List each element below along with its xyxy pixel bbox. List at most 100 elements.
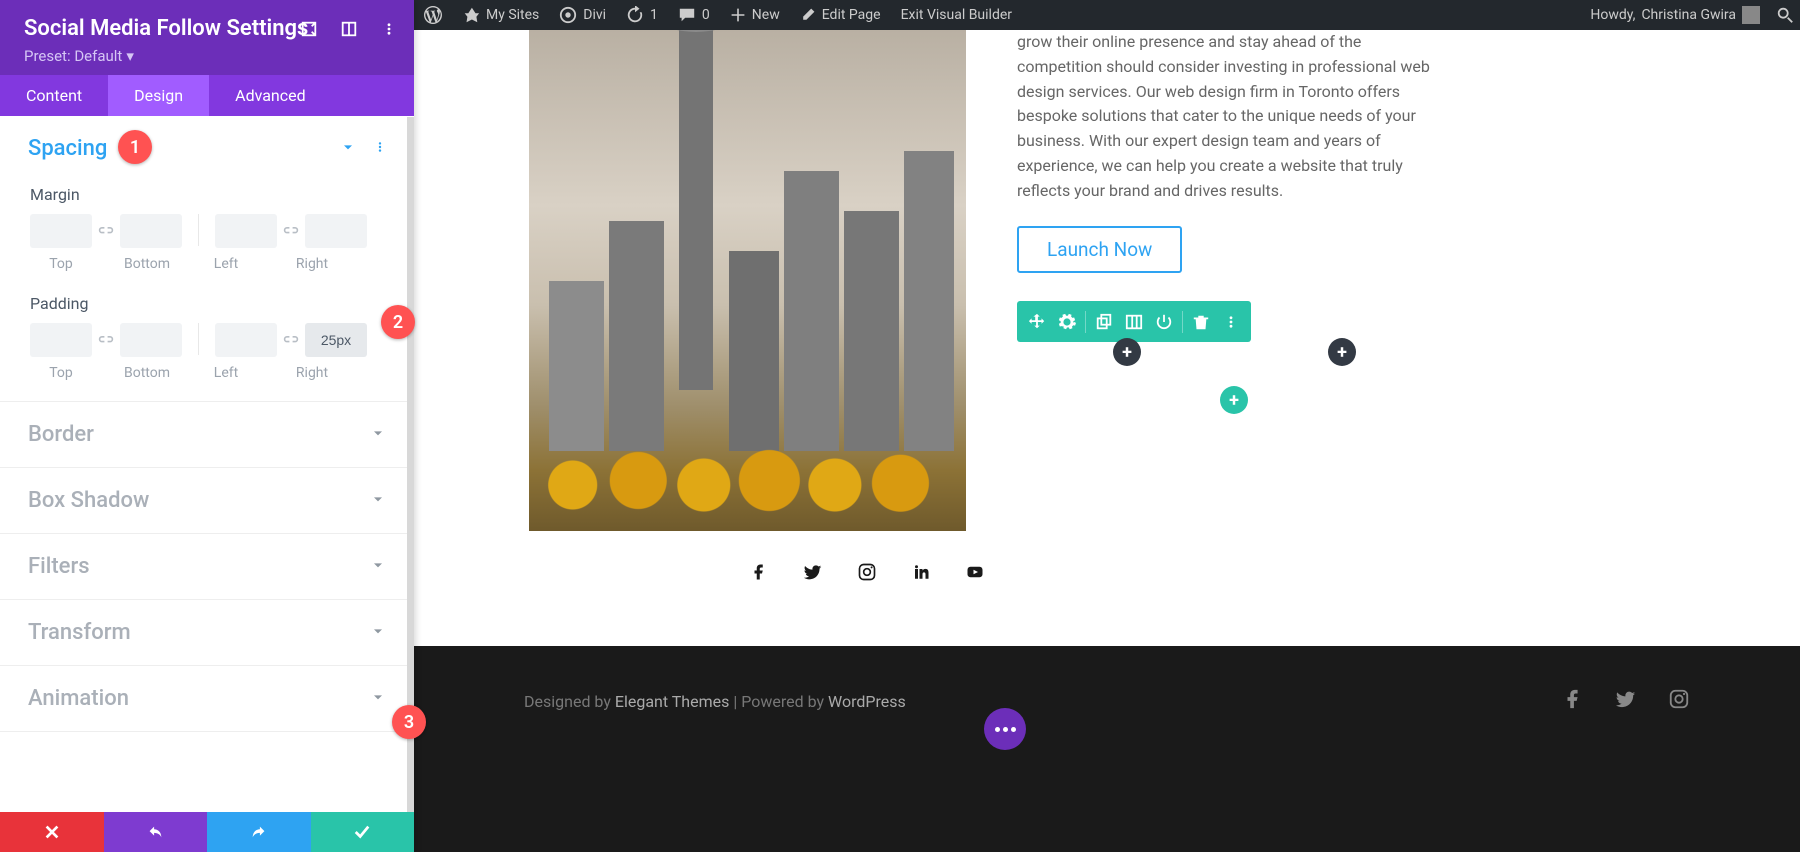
more-icon[interactable] xyxy=(1217,308,1245,336)
builder-fab[interactable] xyxy=(984,708,1026,750)
expand-icon[interactable] xyxy=(298,18,320,40)
comments[interactable]: 0 xyxy=(668,0,720,30)
save-button[interactable] xyxy=(311,812,415,852)
youtube-icon[interactable] xyxy=(965,562,985,582)
dir-right: Right xyxy=(281,256,343,272)
margin-label: Margin xyxy=(30,185,384,204)
margin-bottom-input[interactable] xyxy=(120,214,182,248)
updates[interactable]: 1 xyxy=(616,0,668,30)
edit-page[interactable]: Edit Page xyxy=(790,0,891,30)
move-icon[interactable] xyxy=(1023,308,1051,336)
save-library-icon[interactable] xyxy=(1120,308,1148,336)
section-animation-toggle[interactable]: Animation xyxy=(0,666,414,731)
panel-header: Social Media Follow Settings Preset: Def… xyxy=(0,0,414,75)
twitter-icon[interactable] xyxy=(803,562,823,582)
link-icon[interactable] xyxy=(281,221,301,241)
section-transform-toggle[interactable]: Transform xyxy=(0,600,414,665)
margin-left-input[interactable] xyxy=(215,214,277,248)
user-menu[interactable]: Howdy, Christina Gwira xyxy=(1580,0,1770,30)
howdy-prefix: Howdy, xyxy=(1590,7,1635,23)
footer-facebook-icon[interactable] xyxy=(1562,688,1584,714)
padding-label: Padding xyxy=(30,294,384,313)
padding-right-input[interactable] xyxy=(305,323,367,357)
section-box-shadow: Box Shadow xyxy=(0,468,414,534)
link-icon[interactable] xyxy=(96,330,116,350)
preset-label: Preset: Default xyxy=(24,47,122,65)
my-sites[interactable]: My Sites xyxy=(452,0,549,30)
add-new[interactable]: New xyxy=(720,0,790,30)
tab-advanced[interactable]: Advanced xyxy=(209,75,332,116)
redo-button[interactable] xyxy=(207,812,311,852)
theme-link[interactable]: Elegant Themes xyxy=(615,692,730,711)
padding-top-input[interactable] xyxy=(30,323,92,357)
transform-title: Transform xyxy=(28,620,131,645)
section-spacing-toggle[interactable]: Spacing xyxy=(0,116,414,181)
add-module-button-left[interactable]: + xyxy=(1113,338,1141,366)
box-shadow-title: Box Shadow xyxy=(28,488,149,513)
panel-tabs: Content Design Advanced xyxy=(0,75,414,116)
section-transform: Transform xyxy=(0,600,414,666)
settings-panel: Social Media Follow Settings Preset: Def… xyxy=(0,0,414,852)
dir-right: Right xyxy=(281,365,343,381)
annotation-2: 2 xyxy=(381,305,415,339)
wp-logo[interactable] xyxy=(414,0,452,30)
annotation-1: 1 xyxy=(118,130,152,164)
preset-selector[interactable]: Preset: Default ▾ xyxy=(24,47,390,65)
wp-admin-bar: My Sites Divi 1 0 New Edit Page Exit Vis… xyxy=(414,0,1800,30)
power-icon[interactable] xyxy=(1150,308,1178,336)
add-module-button-right[interactable]: + xyxy=(1328,338,1356,366)
caret-down-icon: ▾ xyxy=(126,47,134,65)
site-name[interactable]: Divi xyxy=(549,0,616,30)
dir-top: Top xyxy=(30,256,92,272)
hero-image xyxy=(529,30,966,531)
padding-left-input[interactable] xyxy=(215,323,277,357)
panel-body: Spacing Margin xyxy=(0,116,414,812)
section-box-shadow-toggle[interactable]: Box Shadow xyxy=(0,468,414,533)
platform-link[interactable]: WordPress xyxy=(828,692,906,711)
padding-bottom-input[interactable] xyxy=(120,323,182,357)
section-animation: Animation xyxy=(0,666,414,732)
social-icons-row xyxy=(749,562,985,582)
launch-button[interactable]: Launch Now xyxy=(1017,226,1182,273)
animation-title: Animation xyxy=(28,686,129,711)
tab-design[interactable]: Design xyxy=(108,75,209,116)
snap-icon[interactable] xyxy=(338,18,360,40)
tab-content[interactable]: Content xyxy=(0,75,108,116)
section-more-icon[interactable] xyxy=(374,139,386,159)
dir-left: Left xyxy=(195,365,257,381)
margin-right-input[interactable] xyxy=(305,214,367,248)
panel-more-icon[interactable] xyxy=(378,18,400,40)
admin-search[interactable] xyxy=(1770,6,1800,24)
footer-twitter-icon[interactable] xyxy=(1614,688,1638,714)
user-name: Christina Gwira xyxy=(1641,7,1736,23)
margin-top-input[interactable] xyxy=(30,214,92,248)
chevron-down-icon xyxy=(370,425,386,445)
section-filters-toggle[interactable]: Filters xyxy=(0,534,414,599)
edit-page-label: Edit Page xyxy=(822,7,881,23)
chevron-down-icon xyxy=(370,689,386,709)
border-title: Border xyxy=(28,422,94,447)
dir-bottom: Bottom xyxy=(116,365,178,381)
duplicate-icon[interactable] xyxy=(1090,308,1118,336)
section-border-toggle[interactable]: Border xyxy=(0,402,414,467)
exit-visual-builder[interactable]: Exit Visual Builder xyxy=(891,0,1022,30)
chevron-up-icon xyxy=(340,139,356,159)
site-name-label: Divi xyxy=(583,7,606,23)
instagram-icon[interactable] xyxy=(857,562,877,582)
link-icon[interactable] xyxy=(96,221,116,241)
delete-icon[interactable] xyxy=(1187,308,1215,336)
footer-instagram-icon[interactable] xyxy=(1668,688,1690,714)
cancel-button[interactable] xyxy=(0,812,104,852)
site-footer: Designed by Elegant Themes | Powered by … xyxy=(414,646,1800,852)
add-row-button[interactable]: + xyxy=(1220,386,1248,414)
footer-social xyxy=(1562,688,1690,714)
undo-button[interactable] xyxy=(104,812,208,852)
settings-icon[interactable] xyxy=(1053,308,1081,336)
filters-title: Filters xyxy=(28,554,90,579)
chevron-down-icon xyxy=(370,623,386,643)
link-icon[interactable] xyxy=(281,330,301,350)
my-sites-label: My Sites xyxy=(486,7,539,23)
section-filters: Filters xyxy=(0,534,414,600)
linkedin-icon[interactable] xyxy=(911,562,931,582)
facebook-icon[interactable] xyxy=(749,562,769,582)
